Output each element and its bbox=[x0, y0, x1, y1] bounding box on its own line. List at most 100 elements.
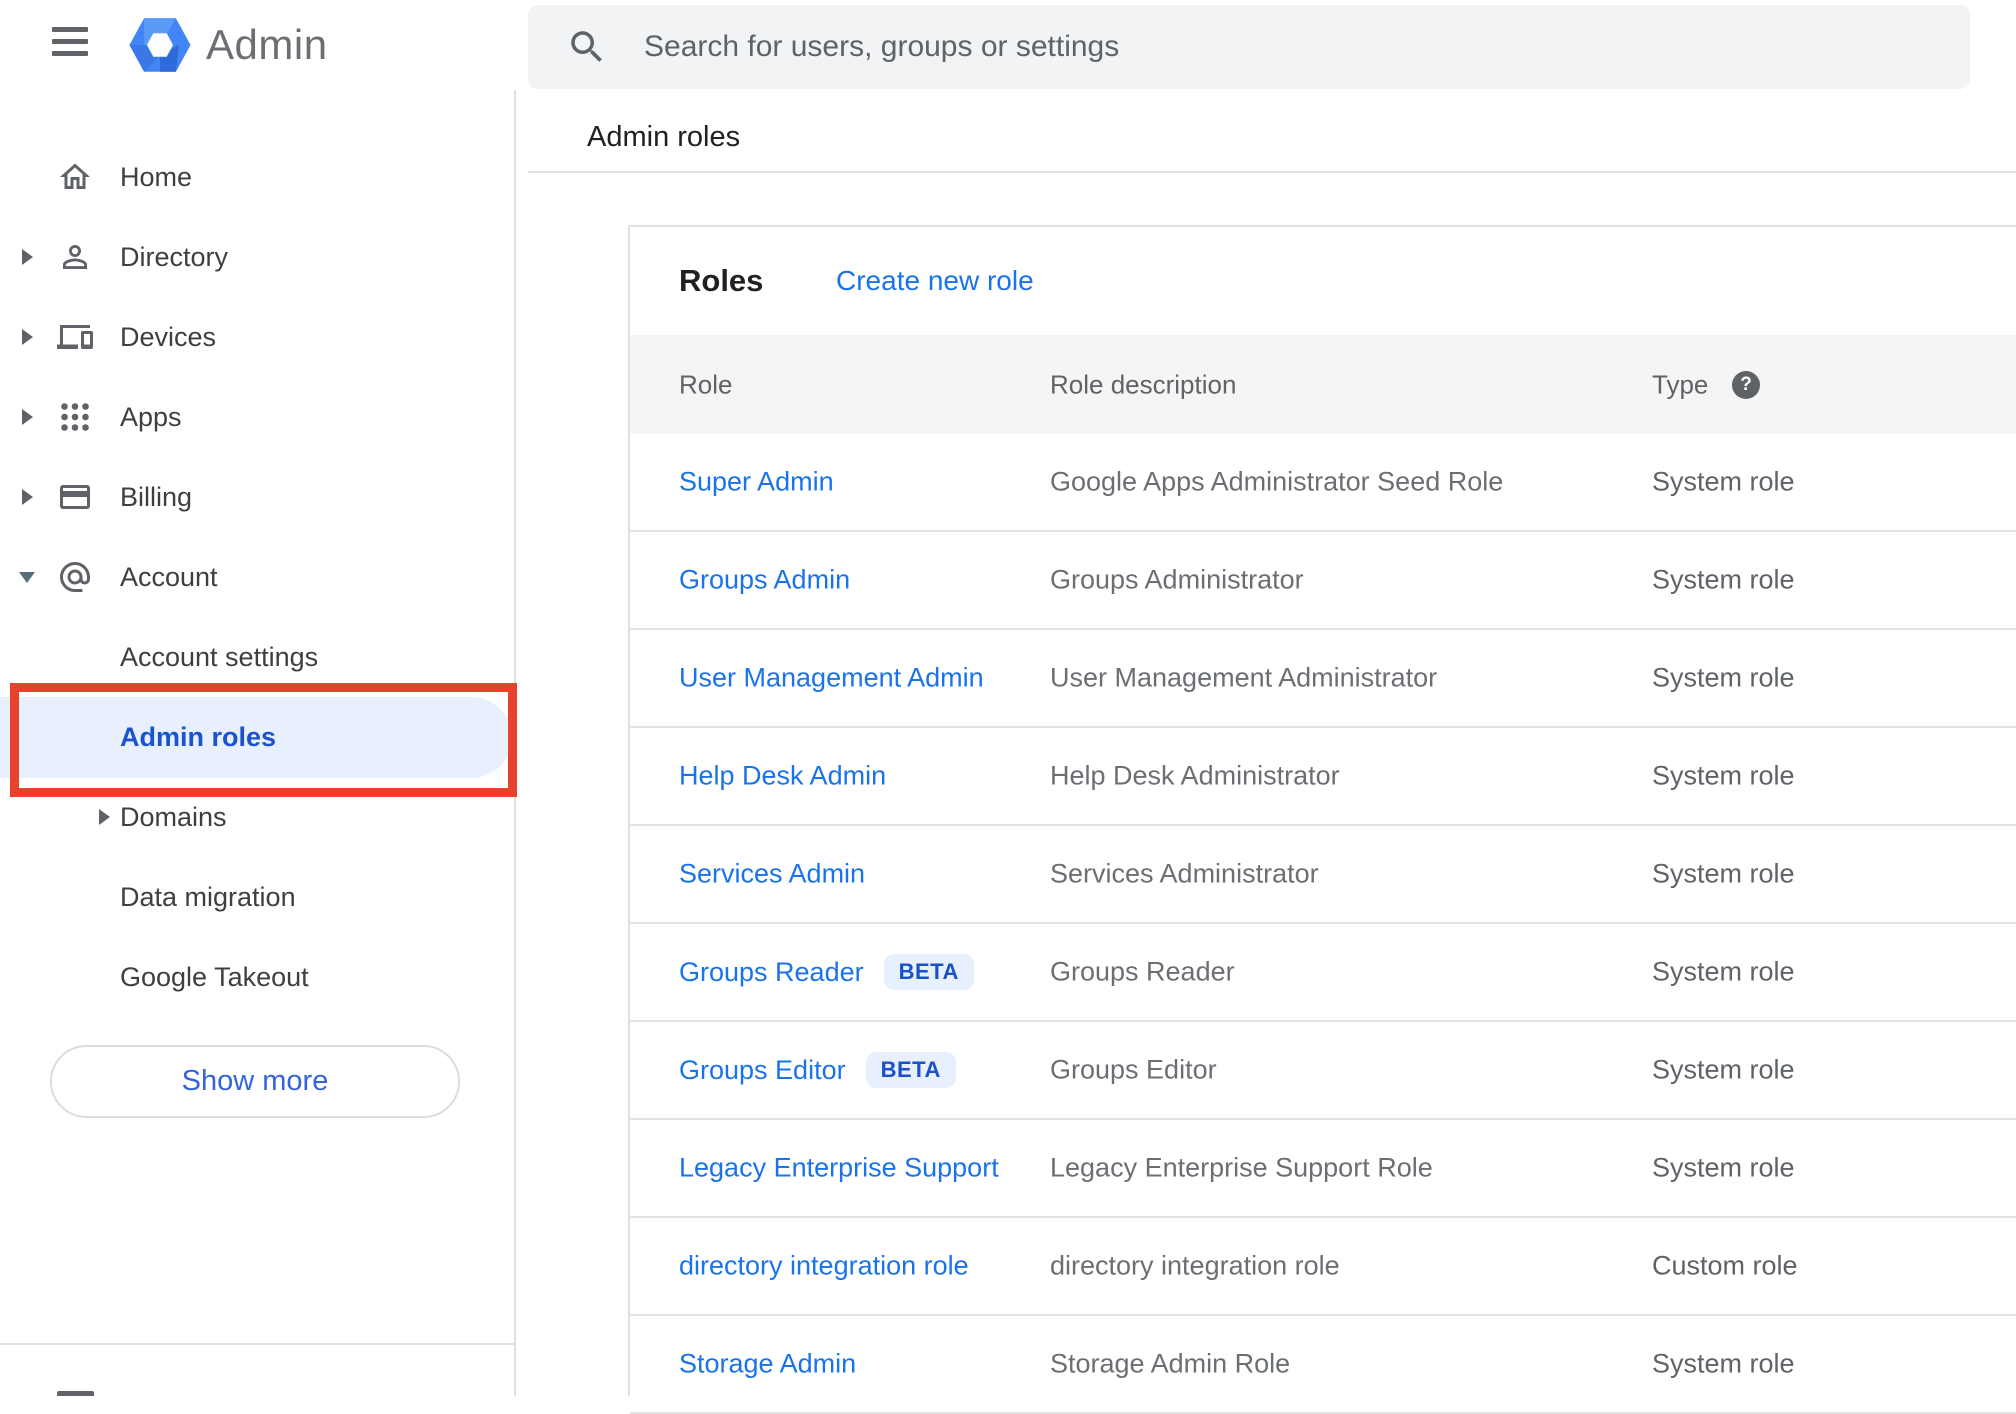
show-more-button[interactable]: Show more bbox=[50, 1045, 460, 1118]
breadcrumb: Admin roles bbox=[587, 121, 741, 153]
role-type: System role bbox=[1652, 1054, 1795, 1085]
chevron-right-icon[interactable] bbox=[99, 809, 110, 825]
search-bar[interactable] bbox=[528, 5, 1970, 89]
sidebar-item-label: Account bbox=[120, 561, 218, 592]
admin-logo: Admin bbox=[128, 16, 328, 74]
table-row: Services Admin Services Administrator Sy… bbox=[630, 826, 2016, 924]
create-new-role-link[interactable]: Create new role bbox=[836, 265, 1034, 297]
role-type: System role bbox=[1652, 1152, 1795, 1183]
role-type: System role bbox=[1652, 466, 1795, 497]
role-description: Services Administrator bbox=[1050, 858, 1319, 889]
chevron-right-icon[interactable] bbox=[22, 249, 33, 265]
at-sign-icon bbox=[57, 559, 93, 595]
column-header-type: Type bbox=[1652, 369, 1709, 399]
search-icon bbox=[571, 31, 602, 62]
table-row: Storage Admin Storage Admin Role System … bbox=[630, 1316, 2016, 1414]
role-description: Google Apps Administrator Seed Role bbox=[1050, 466, 1504, 497]
role-description: Storage Admin Role bbox=[1050, 1348, 1291, 1379]
role-description: User Management Administrator bbox=[1050, 662, 1438, 693]
sidebar-item-directory[interactable]: Directory bbox=[0, 217, 514, 297]
sidebar-item-google-takeout[interactable]: Google Takeout bbox=[0, 937, 514, 1017]
role-link[interactable]: Super Admin bbox=[679, 467, 834, 498]
sidebar-item-label: Home bbox=[120, 161, 193, 192]
table-row: Groups Reader BETA Groups Reader System … bbox=[630, 924, 2016, 1022]
sidebar-item-billing[interactable]: Billing bbox=[0, 457, 514, 537]
role-type: System role bbox=[1652, 564, 1795, 595]
table-row: User Management Admin User Management Ad… bbox=[630, 630, 2016, 728]
sidebar-item-admin-roles[interactable]: Admin roles bbox=[0, 697, 514, 777]
credit-card-icon bbox=[57, 479, 93, 515]
sidebar-bottom-divider bbox=[0, 1343, 514, 1345]
sidebar-item-apps[interactable]: Apps bbox=[0, 377, 514, 457]
sidebar-divider bbox=[514, 90, 516, 1396]
role-link[interactable]: Groups Reader bbox=[679, 957, 864, 988]
roles-table-body: Super Admin Google Apps Administrator Se… bbox=[630, 434, 2016, 1414]
chevron-right-icon[interactable] bbox=[22, 329, 33, 345]
table-row: Super Admin Google Apps Administrator Se… bbox=[630, 434, 2016, 532]
sidebar-item-label: Devices bbox=[120, 321, 217, 352]
devices-icon bbox=[57, 319, 93, 355]
chevron-right-icon[interactable] bbox=[22, 489, 33, 505]
role-type: Custom role bbox=[1652, 1250, 1798, 1281]
role-type: System role bbox=[1652, 1348, 1795, 1379]
sidebar-item-label: Data migration bbox=[120, 881, 296, 912]
table-row: Groups Editor BETA Groups Editor System … bbox=[630, 1022, 2016, 1120]
admin-console-page: Admin Admin roles Home Directory Devices bbox=[0, 0, 2016, 1414]
sidebar-item-label: Directory bbox=[120, 241, 229, 272]
role-description: Groups Administrator bbox=[1050, 564, 1304, 595]
role-description: Legacy Enterprise Support Role bbox=[1050, 1152, 1433, 1183]
beta-badge: BETA bbox=[865, 1052, 956, 1088]
role-type: System role bbox=[1652, 956, 1795, 987]
header-divider bbox=[528, 171, 2016, 173]
logo-wordmark: Admin bbox=[206, 21, 328, 68]
roles-table-header: Role Role description Type ? bbox=[630, 335, 2016, 434]
sidebar-item-label: Admin roles bbox=[120, 721, 277, 752]
role-type: System role bbox=[1652, 760, 1795, 791]
column-header-role-description: Role description bbox=[1050, 369, 1237, 399]
role-link[interactable]: User Management Admin bbox=[679, 663, 984, 694]
role-description: Groups Editor bbox=[1050, 1054, 1217, 1085]
role-link[interactable]: Groups Admin bbox=[679, 565, 850, 596]
card-title: Roles bbox=[679, 263, 764, 298]
table-row: Help Desk Admin Help Desk Administrator … bbox=[630, 728, 2016, 826]
beta-badge: BETA bbox=[883, 954, 974, 990]
hamburger-menu-icon[interactable] bbox=[52, 27, 88, 59]
table-row: Legacy Enterprise Support Legacy Enterpr… bbox=[630, 1120, 2016, 1218]
chevron-right-icon[interactable] bbox=[22, 409, 33, 425]
role-type: System role bbox=[1652, 662, 1795, 693]
chevron-down-icon[interactable] bbox=[19, 571, 35, 583]
search-input[interactable] bbox=[608, 5, 1970, 89]
sidebar-item-devices[interactable]: Devices bbox=[0, 297, 514, 377]
role-type: System role bbox=[1652, 858, 1795, 889]
role-link[interactable]: Groups Editor bbox=[679, 1055, 846, 1086]
table-row: Groups Admin Groups Administrator System… bbox=[630, 532, 2016, 630]
sidebar-item-account[interactable]: Account bbox=[0, 537, 514, 617]
roles-card: Roles Create new role Role Role descript… bbox=[628, 225, 2016, 1414]
role-link[interactable]: Legacy Enterprise Support bbox=[679, 1153, 999, 1184]
sidebar-item-label: Domains bbox=[120, 801, 227, 832]
help-icon[interactable]: ? bbox=[1732, 370, 1760, 399]
sidebar-item-label: Account settings bbox=[120, 641, 319, 672]
role-link[interactable]: Storage Admin bbox=[679, 1349, 856, 1380]
column-header-role: Role bbox=[679, 369, 733, 399]
sidebar-item-label: Apps bbox=[120, 401, 182, 432]
role-link[interactable]: directory integration role bbox=[679, 1251, 969, 1282]
home-icon bbox=[57, 159, 93, 195]
person-icon bbox=[57, 239, 93, 275]
roles-card-header: Roles Create new role bbox=[630, 227, 2016, 335]
apps-grid-icon bbox=[57, 399, 93, 435]
role-description: directory integration role bbox=[1050, 1250, 1340, 1281]
sidebar-item-account-settings[interactable]: Account settings bbox=[0, 617, 514, 697]
sidebar-item-label: Google Takeout bbox=[120, 961, 309, 992]
role-link[interactable]: Help Desk Admin bbox=[679, 761, 886, 792]
role-description: Groups Reader bbox=[1050, 956, 1235, 987]
role-link[interactable]: Services Admin bbox=[679, 859, 865, 890]
role-description: Help Desk Administrator bbox=[1050, 760, 1340, 791]
admin-hexagon-icon bbox=[129, 18, 191, 72]
sidebar-item-data-migration[interactable]: Data migration bbox=[0, 857, 514, 937]
sidebar-item-label: Billing bbox=[120, 481, 193, 512]
sidebar-item-domains[interactable]: Domains bbox=[0, 777, 514, 857]
sidebar-item-home[interactable]: Home bbox=[0, 137, 514, 217]
partial-cutoff-icon bbox=[57, 1391, 94, 1396]
table-row: directory integration role directory int… bbox=[630, 1218, 2016, 1316]
